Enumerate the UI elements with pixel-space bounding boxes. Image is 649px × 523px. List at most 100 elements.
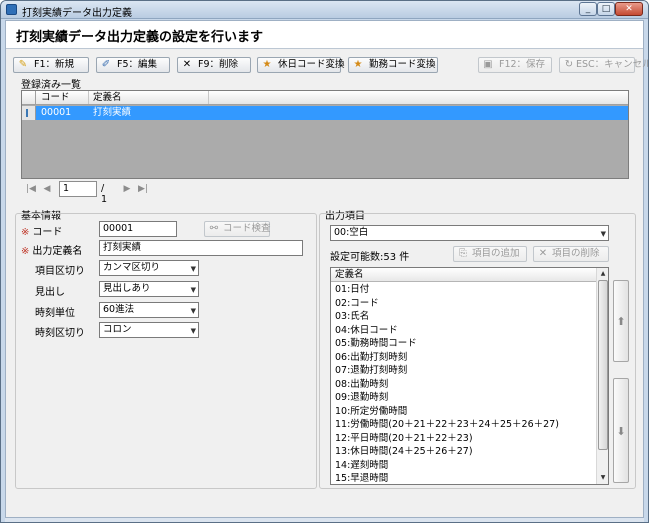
output-items-list[interactable]: 定義名 01:日付 02:コード 03:氏名 04:休日コード 05:勤務時間コード 06… <box>330 267 609 485</box>
chevron-down-icon: ▼ <box>190 327 196 335</box>
holiday-code-button-label: 休日コード変換 <box>278 59 345 70</box>
work-code-button[interactable]: ★ 勤務コード変換 <box>348 57 438 73</box>
work-code-icon: ★ <box>353 59 363 70</box>
grid-corner <box>22 91 36 104</box>
scroll-down-icon[interactable]: ▼ <box>598 473 608 483</box>
list-item[interactable]: 09:退勤時刻 <box>331 391 596 405</box>
list-item[interactable]: 10:所定労働時間 <box>331 405 596 419</box>
last-page-icon[interactable]: ▶| <box>137 183 149 195</box>
time-unit-label: 時刻単位 <box>35 308 75 319</box>
list-item[interactable]: 01:日付 <box>331 283 596 297</box>
chevron-down-icon: ▼ <box>190 286 196 294</box>
list-header: 定義名 <box>331 268 596 282</box>
list-item[interactable]: 15:早退時間 <box>331 472 596 484</box>
save-button-label: F12：保存 <box>499 59 546 70</box>
heading-value: 見出しあり <box>103 283 151 294</box>
remove-item-button[interactable]: ✕ 項目の削除 <box>533 246 609 262</box>
list-item[interactable]: 13:休日時間(24＋25＋26＋27) <box>331 445 596 459</box>
title-bar: 打刻実績データ出力定義 _ □ ✕ <box>1 1 648 19</box>
list-item[interactable]: 02:コード <box>331 297 596 311</box>
add-item-button[interactable]: ⎘ 項目の追加 <box>453 246 527 262</box>
table-row[interactable]: 00001 打刻実績 <box>22 106 628 120</box>
edit-button[interactable]: ✐ F5：編集 <box>96 57 170 73</box>
list-item[interactable]: 07:退勤打刻時刻 <box>331 364 596 378</box>
page-total: / 1 <box>101 183 108 205</box>
required-mark: ※ <box>21 246 30 257</box>
code-field[interactable]: 00001 <box>99 221 177 237</box>
delete-button-label: F9：削除 <box>198 59 239 70</box>
prev-page-icon[interactable]: ◀ <box>41 183 53 195</box>
scroll-thumb[interactable] <box>598 280 608 450</box>
delete-button[interactable]: ✕ F9：削除 <box>177 57 251 73</box>
new-button-label: F1：新規 <box>34 59 75 70</box>
code-label-text: コード <box>32 227 63 238</box>
remove-item-label: 項目の削除 <box>552 248 600 259</box>
list-item[interactable]: 11:労働時間(20＋21＋22＋23＋24＋25＋26＋27) <box>331 418 596 432</box>
app-window: 打刻実績データ出力定義 _ □ ✕ 打刻実績データ出力定義の設定を行います ✎ … <box>0 0 649 523</box>
list-item[interactable]: 08:出勤時刻 <box>331 378 596 392</box>
move-up-button[interactable]: ⬆ <box>613 280 629 362</box>
def-name-field[interactable]: 打刻実績 <box>99 240 303 256</box>
registered-grid[interactable]: コード 定義名 00001 打刻実績 <box>21 90 629 179</box>
code-check-button[interactable]: ⚯ コード検査 <box>204 221 271 237</box>
first-page-icon[interactable]: |◀ <box>25 183 37 195</box>
move-down-button[interactable]: ⬇ <box>613 378 629 483</box>
item-sep-value: カンマ区切り <box>103 262 161 273</box>
row-code: 00001 <box>41 107 72 118</box>
time-unit-select[interactable]: 60進法 ▼ <box>99 302 199 318</box>
output-item-select[interactable]: 00:空白 ▼ <box>330 225 609 241</box>
cancel-button-label: ESC：キャンセル <box>576 59 649 70</box>
required-mark: ※ <box>21 227 30 238</box>
heading-select[interactable]: 見出しあり ▼ <box>99 281 199 297</box>
heading-label: 見出し <box>35 287 65 298</box>
chevron-down-icon: ▼ <box>600 230 606 238</box>
new-button[interactable]: ✎ F1：新規 <box>13 57 89 73</box>
list-item[interactable]: 14:遅刻時間 <box>331 459 596 473</box>
def-name-label-text: 出力定義名 <box>32 246 83 257</box>
delete-icon: ✕ <box>182 59 192 70</box>
list-items: 01:日付 02:コード 03:氏名 04:休日コード 05:勤務時間コード 06:出勤打… <box>331 283 596 484</box>
scroll-up-icon[interactable]: ▲ <box>598 269 608 279</box>
chevron-down-icon: ▼ <box>190 307 196 315</box>
arrow-down-icon: ⬇ <box>616 425 626 438</box>
def-name-label: ※ 出力定義名 <box>21 242 82 257</box>
time-sep-select[interactable]: コロン ▼ <box>99 322 199 338</box>
arrow-up-icon: ⬆ <box>616 315 626 328</box>
chevron-down-icon: ▼ <box>190 265 196 273</box>
grid-header: コード 定義名 <box>22 91 628 105</box>
list-item[interactable]: 12:平日時間(20＋21＋22＋23) <box>331 432 596 446</box>
code-check-label: コード検査 <box>223 223 271 234</box>
output-item-value: 00:空白 <box>334 227 369 238</box>
row-header <box>22 106 36 120</box>
code-label: ※ コード <box>21 223 62 238</box>
save-icon: ▣ <box>483 59 493 70</box>
minimize-button[interactable]: _ <box>579 2 597 16</box>
grid-column-code[interactable]: コード <box>37 91 89 104</box>
add-icon: ⎘ <box>459 248 467 259</box>
next-page-icon[interactable]: ▶ <box>121 183 133 195</box>
work-code-button-label: 勤務コード変換 <box>369 59 436 70</box>
page-title: 打刻実績データ出力定義の設定を行います <box>16 30 264 45</box>
list-item[interactable]: 03:氏名 <box>331 310 596 324</box>
cancel-icon: ↻ <box>564 59 574 70</box>
save-button[interactable]: ▣ F12：保存 <box>478 57 552 73</box>
grid-column-name[interactable]: 定義名 <box>89 91 209 104</box>
list-item[interactable]: 04:休日コード <box>331 324 596 338</box>
add-item-label: 項目の追加 <box>472 248 520 259</box>
holiday-code-button[interactable]: ★ 休日コード変換 <box>257 57 345 73</box>
list-item[interactable]: 05:勤務時間コード <box>331 337 596 351</box>
window-title: 打刻実績データ出力定義 <box>22 8 132 19</box>
list-item[interactable]: 06:出勤打刻時刻 <box>331 351 596 365</box>
edit-icon: ✐ <box>101 59 111 70</box>
page-input[interactable]: 1 <box>59 181 97 197</box>
close-button[interactable]: ✕ <box>615 2 643 16</box>
item-sep-label: 項目区切り <box>35 266 85 277</box>
time-sep-label: 時刻区切り <box>35 328 85 339</box>
cancel-button[interactable]: ↻ ESC：キャンセル <box>559 57 648 73</box>
list-scrollbar[interactable]: ▲ ▼ <box>596 268 608 484</box>
item-sep-select[interactable]: カンマ区切り ▼ <box>99 260 199 276</box>
binoculars-icon: ⚯ <box>209 223 219 234</box>
edit-button-label: F5：編集 <box>117 59 158 70</box>
maximize-button[interactable]: □ <box>597 2 615 16</box>
time-unit-value: 60進法 <box>103 304 135 315</box>
